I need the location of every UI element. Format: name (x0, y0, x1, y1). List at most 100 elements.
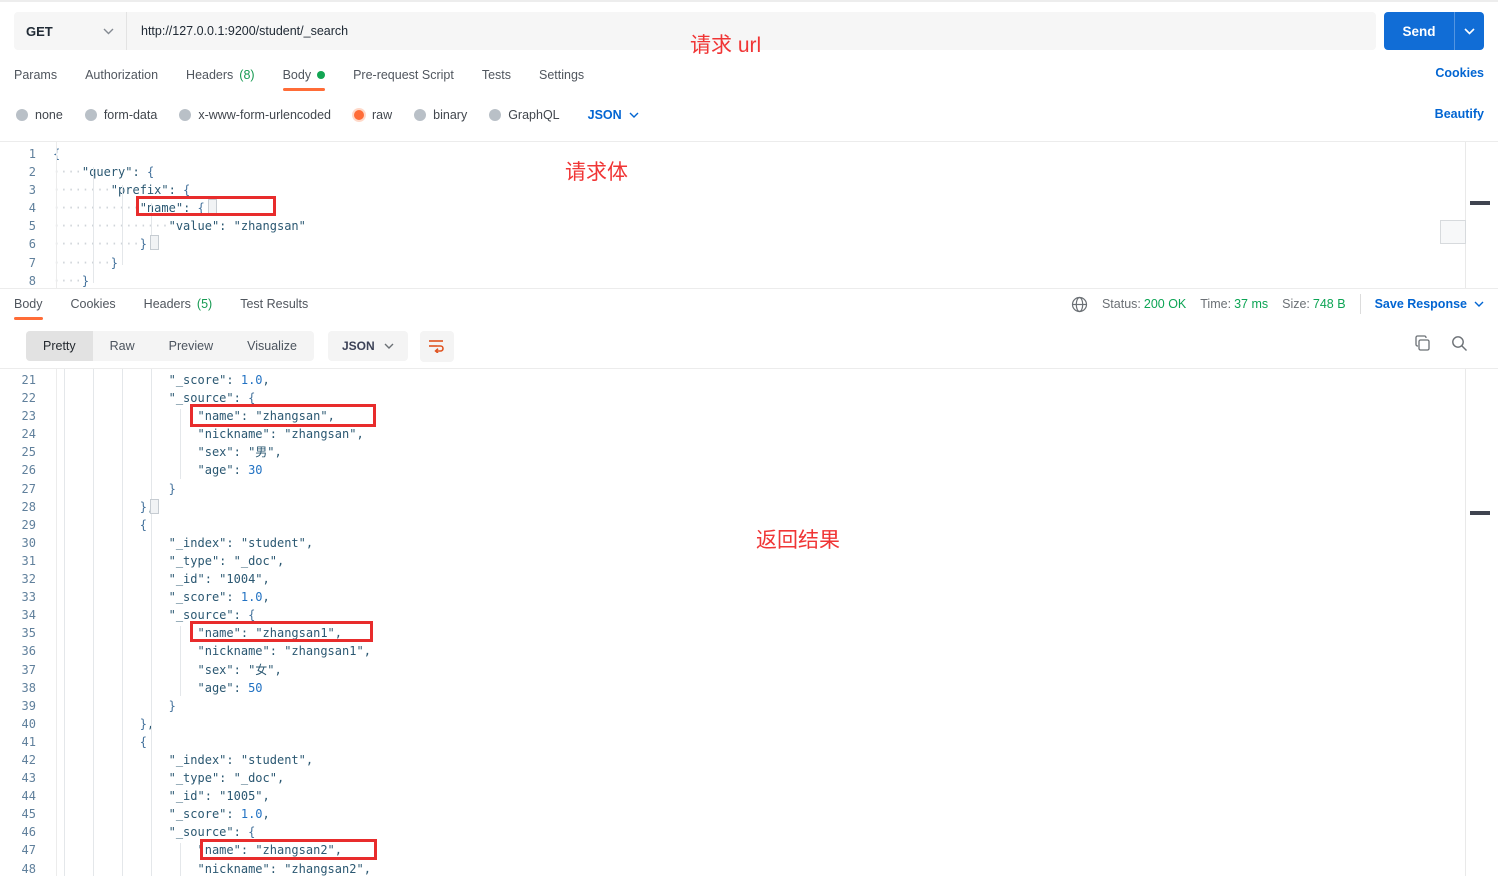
code-text: "sex": "女", (197, 662, 282, 677)
line-number: 39 (21, 698, 36, 713)
response-format-dropdown[interactable]: JSON (327, 331, 408, 361)
raw-type-label: JSON (587, 108, 622, 122)
code-line: 48 "nickname": "zhangsan2", (0, 860, 1498, 876)
indent-guide (180, 843, 181, 876)
annotation-response-result: 返回结果 (756, 529, 840, 552)
tab-params[interactable]: Params (14, 68, 57, 91)
code-line: 38 "age": 50 (0, 679, 1498, 697)
line-number: 41 (21, 734, 36, 749)
line-number: 33 (21, 590, 36, 605)
line-number: 43 (21, 771, 36, 786)
line-number: 34 (21, 608, 36, 623)
scrollbar-mark[interactable] (1470, 201, 1490, 205)
line-number: 22 (21, 391, 36, 406)
line-number: 26 (21, 463, 36, 478)
code-line: 2 ····"query": { (0, 163, 1498, 181)
code-line: 39 } (0, 697, 1498, 715)
body-mode-none[interactable]: none (16, 108, 63, 122)
annotation-request-url: 请求 url (690, 34, 762, 57)
body-mode-binary[interactable]: binary (414, 108, 467, 122)
body-mode-graphql[interactable]: GraphQL (489, 108, 560, 122)
indent-guide (180, 409, 181, 479)
view-mode-visualize[interactable]: Visualize (230, 331, 314, 361)
editor-scroll-track (1465, 369, 1466, 876)
code-text: "age": 30 (197, 463, 263, 478)
beautify-link[interactable]: Beautify (1435, 107, 1484, 121)
indent-guide (122, 369, 123, 876)
wrap-lines-button[interactable] (419, 330, 454, 362)
indent-guide (93, 369, 94, 876)
code-text: "_score": 1.0, (168, 590, 270, 605)
line-number: 36 (21, 644, 36, 659)
body-mode-raw[interactable]: raw (353, 108, 392, 122)
time-badge: Time: 37 ms (1200, 297, 1269, 311)
scrollbar-thumb[interactable] (1440, 220, 1466, 244)
code-line: 41 { (0, 733, 1498, 751)
tab-settings[interactable]: Settings (539, 68, 584, 91)
radio-icon (414, 109, 427, 121)
line-number: 38 (21, 680, 36, 695)
code-text: "age": 50 (197, 680, 263, 695)
radio-icon (16, 109, 28, 121)
line-number: 48 (21, 861, 36, 876)
code-text: "sex": "男", (197, 445, 282, 460)
code-line: 5 ················"value": "zhangsan" (0, 217, 1498, 235)
response-tab-test-results[interactable]: Test Results (240, 297, 308, 320)
save-response-button[interactable]: Save Response (1375, 297, 1484, 311)
code-line: 32 "_id": "1004", (0, 570, 1498, 588)
line-number: 31 (21, 553, 36, 568)
body-mode-x-www-form-urlencoded[interactable]: x-www-form-urlencoded (179, 108, 331, 122)
line-number: 47 (21, 843, 36, 858)
code-text: "nickname": "zhangsan2", (197, 861, 371, 876)
response-tabs-row: Body Cookies Headers (5) Test Results Statu… (14, 292, 1484, 324)
code-line: 25 "sex": "男", (0, 443, 1498, 461)
gutter-separator (56, 142, 57, 288)
line-number: 24 (21, 427, 36, 442)
response-tab-body[interactable]: Body (14, 297, 43, 320)
view-mode-raw[interactable]: Raw (93, 331, 152, 361)
code-text: } (168, 481, 176, 496)
chevron-down-icon (1474, 301, 1484, 307)
tab-headers[interactable]: Headers (8) (186, 68, 255, 91)
code-text: }, (139, 499, 154, 514)
tab-authorization[interactable]: Authorization (85, 68, 158, 91)
code-text: ····"query": { (53, 165, 155, 180)
body-mode-list: none form-data x-www-form-urlencoded raw bin… (16, 108, 582, 122)
code-line: 28 }, (0, 498, 1498, 516)
search-button[interactable] (1451, 335, 1468, 357)
tab-pre-request-script[interactable]: Pre-request Script (353, 68, 454, 91)
cookies-link[interactable]: Cookies (1435, 66, 1484, 80)
view-mode-preview[interactable]: Preview (152, 331, 230, 361)
line-number: 42 (21, 752, 36, 767)
code-text: "_score": 1.0, (168, 373, 270, 387)
network-globe-icon (1071, 296, 1088, 312)
tab-body[interactable]: Body (282, 68, 326, 91)
method-dropdown[interactable]: GET (14, 12, 126, 50)
response-tab-headers[interactable]: Headers (5) (144, 297, 213, 320)
code-line: 21 "_score": 1.0, (0, 371, 1498, 389)
code-text: "_score": 1.0, (168, 807, 270, 822)
send-button[interactable]: Send (1384, 12, 1454, 50)
view-mode-pretty[interactable]: Pretty (26, 331, 93, 361)
line-number: 45 (21, 807, 36, 822)
response-action-icons (1414, 335, 1468, 357)
code-text: "_type": "_doc", (168, 553, 285, 568)
unsaved-dot-icon (317, 70, 326, 79)
send-options-button[interactable] (1454, 12, 1484, 50)
raw-type-dropdown[interactable]: JSON (588, 108, 639, 122)
code-text: ················"value": "zhangsan" (53, 219, 306, 234)
tab-tests[interactable]: Tests (482, 68, 511, 91)
body-mode-form-data[interactable]: form-data (84, 108, 157, 122)
code-text: { (139, 734, 147, 749)
scrollbar-mark[interactable] (1470, 511, 1490, 515)
line-number: 30 (21, 535, 36, 550)
code-line: 1{ (0, 145, 1498, 163)
request-tabs: Params Authorization Headers (8) Body Pre-re… (14, 64, 1484, 94)
code-text: "_type": "_doc", (168, 771, 285, 786)
response-format-label: JSON (341, 339, 375, 353)
copy-button[interactable] (1414, 335, 1431, 357)
gutter-separator (56, 369, 57, 876)
response-tab-cookies[interactable]: Cookies (71, 297, 116, 320)
code-line: 29 { (0, 516, 1498, 534)
code-line: 33 "_score": 1.0, (0, 588, 1498, 606)
